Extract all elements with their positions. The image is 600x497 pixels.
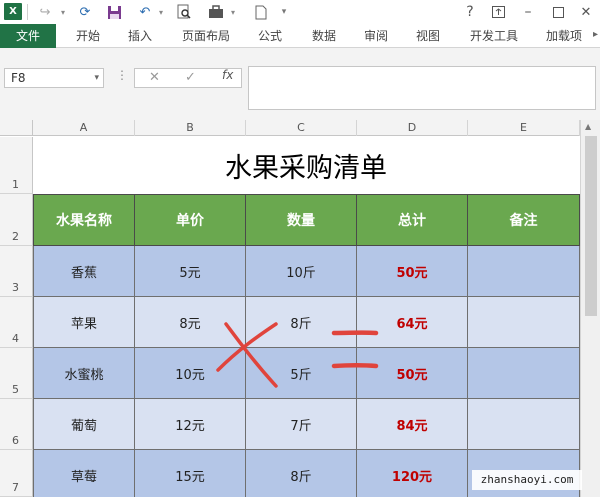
- row-header-7[interactable]: 7: [0, 450, 33, 497]
- tab-add-ins[interactable]: 加载项: [540, 24, 588, 48]
- column-header-b[interactable]: B: [135, 120, 246, 136]
- refresh-icon[interactable]: ⟳: [74, 2, 96, 22]
- tab-file[interactable]: 文件: [0, 24, 56, 48]
- row-header-5[interactable]: 5: [0, 348, 33, 399]
- table-cell-total[interactable]: 120元: [357, 450, 468, 497]
- column-header-e[interactable]: E: [468, 120, 580, 136]
- site-watermark: zhanshaoyi.com: [472, 470, 582, 490]
- select-all-corner[interactable]: [0, 120, 33, 136]
- customize-qat-icon[interactable]: ▾: [278, 2, 290, 22]
- name-box-value: F8: [11, 71, 26, 85]
- formula-input[interactable]: [248, 66, 596, 110]
- table-cell[interactable]: 10斤: [246, 246, 357, 297]
- row-header-4[interactable]: 4: [0, 297, 33, 348]
- redo-dropdown-icon[interactable]: ▾: [58, 2, 68, 22]
- header-cell-notes[interactable]: 备注: [468, 194, 580, 246]
- table-cell[interactable]: 8斤: [246, 450, 357, 497]
- header-cell-quantity[interactable]: 数量: [246, 194, 357, 246]
- minimize-icon[interactable]: –: [518, 2, 538, 22]
- formula-bar-grip-icon[interactable]: ⋮: [116, 68, 128, 82]
- briefcase-dropdown-icon[interactable]: ▾: [228, 2, 238, 22]
- scroll-up-icon[interactable]: ▲: [585, 122, 591, 131]
- header-cell-total[interactable]: 总计: [357, 194, 468, 246]
- table-cell[interactable]: 5元: [135, 246, 246, 297]
- maximize-icon[interactable]: [548, 2, 568, 22]
- table-cell[interactable]: 12元: [135, 399, 246, 450]
- column-headers: A B C D E: [0, 120, 600, 136]
- column-header-c[interactable]: C: [246, 120, 357, 136]
- confirm-entry-button[interactable]: ✓: [185, 69, 196, 87]
- tab-developer[interactable]: 开发工具: [462, 24, 526, 48]
- print-preview-icon[interactable]: [174, 2, 194, 22]
- table-cell[interactable]: 5斤: [246, 348, 357, 399]
- table-cell[interactable]: 苹果: [33, 297, 135, 348]
- table-cell[interactable]: 8元: [135, 297, 246, 348]
- table-cell[interactable]: 草莓: [33, 450, 135, 497]
- column-header-d[interactable]: D: [357, 120, 468, 136]
- table-cell[interactable]: [468, 246, 580, 297]
- table-cell[interactable]: 水蜜桃: [33, 348, 135, 399]
- sheet-title-cell[interactable]: 水果采购清单: [33, 137, 579, 194]
- vertical-scrollbar[interactable]: ▲: [580, 120, 600, 497]
- table-cell-total[interactable]: 64元: [357, 297, 468, 348]
- help-icon[interactable]: ?: [462, 2, 478, 22]
- name-box-dropdown-icon[interactable]: ▾: [94, 69, 99, 87]
- toolbar-divider: [27, 4, 28, 20]
- close-icon[interactable]: ✕: [576, 2, 596, 22]
- row-header-6[interactable]: 6: [0, 399, 33, 450]
- tab-review[interactable]: 审阅: [354, 24, 398, 48]
- undo-dropdown-icon[interactable]: ▾: [156, 2, 166, 22]
- table-cell[interactable]: [468, 297, 580, 348]
- ribbon-scroll-right-icon[interactable]: ▸: [593, 29, 598, 40]
- table-cell[interactable]: 8斤: [246, 297, 357, 348]
- row-header-1[interactable]: 1: [0, 137, 33, 194]
- excel-logo-icon[interactable]: X: [4, 3, 22, 20]
- new-file-icon[interactable]: [252, 2, 270, 22]
- ribbon-display-options-icon[interactable]: [488, 2, 508, 22]
- table-cell[interactable]: 7斤: [246, 399, 357, 450]
- table-cell[interactable]: [468, 399, 580, 450]
- name-box[interactable]: F8 ▾: [4, 68, 104, 88]
- table-cell-total[interactable]: 50元: [357, 246, 468, 297]
- row-header-3[interactable]: 3: [0, 246, 33, 297]
- insert-function-button[interactable]: fx: [222, 68, 233, 82]
- redo-icon[interactable]: ↪: [34, 2, 56, 22]
- tab-formulas[interactable]: 公式: [248, 24, 292, 48]
- header-cell-unit-price[interactable]: 单价: [135, 194, 246, 246]
- scrollbar-thumb[interactable]: [585, 136, 597, 316]
- tab-home[interactable]: 开始: [66, 24, 110, 48]
- undo-icon[interactable]: ↶: [134, 2, 156, 22]
- table-cell[interactable]: 15元: [135, 450, 246, 497]
- formula-bar-area: F8 ▾ ⋮ ✕ ✓ fx: [0, 48, 600, 120]
- tab-page-layout[interactable]: 页面布局: [174, 24, 238, 48]
- header-cell-fruit-name[interactable]: 水果名称: [33, 194, 135, 246]
- cancel-entry-button[interactable]: ✕: [149, 69, 160, 87]
- table-cell-total[interactable]: 50元: [357, 348, 468, 399]
- tab-view[interactable]: 视图: [406, 24, 450, 48]
- quick-access-toolbar: X ↪ ▾ ⟳ ↶ ▾ ▾ ▾ ? – ✕: [0, 0, 600, 24]
- excel-window: X ↪ ▾ ⟳ ↶ ▾ ▾ ▾ ? – ✕ 文件 开始 插入 页面布局 公式 数…: [0, 0, 600, 497]
- row-header-2[interactable]: 2: [0, 194, 33, 246]
- tab-data[interactable]: 数据: [302, 24, 346, 48]
- briefcase-icon[interactable]: [206, 2, 226, 22]
- table-cell[interactable]: 10元: [135, 348, 246, 399]
- column-header-a[interactable]: A: [33, 120, 135, 136]
- table-cell[interactable]: 香蕉: [33, 246, 135, 297]
- save-icon[interactable]: [104, 2, 124, 22]
- table-cell[interactable]: 葡萄: [33, 399, 135, 450]
- table-cell[interactable]: [468, 348, 580, 399]
- table-cell-total[interactable]: 84元: [357, 399, 468, 450]
- tab-insert[interactable]: 插入: [118, 24, 162, 48]
- ribbon-tabs: 文件 开始 插入 页面布局 公式 数据 审阅 视图 开发工具 加载项 ▸: [0, 24, 600, 48]
